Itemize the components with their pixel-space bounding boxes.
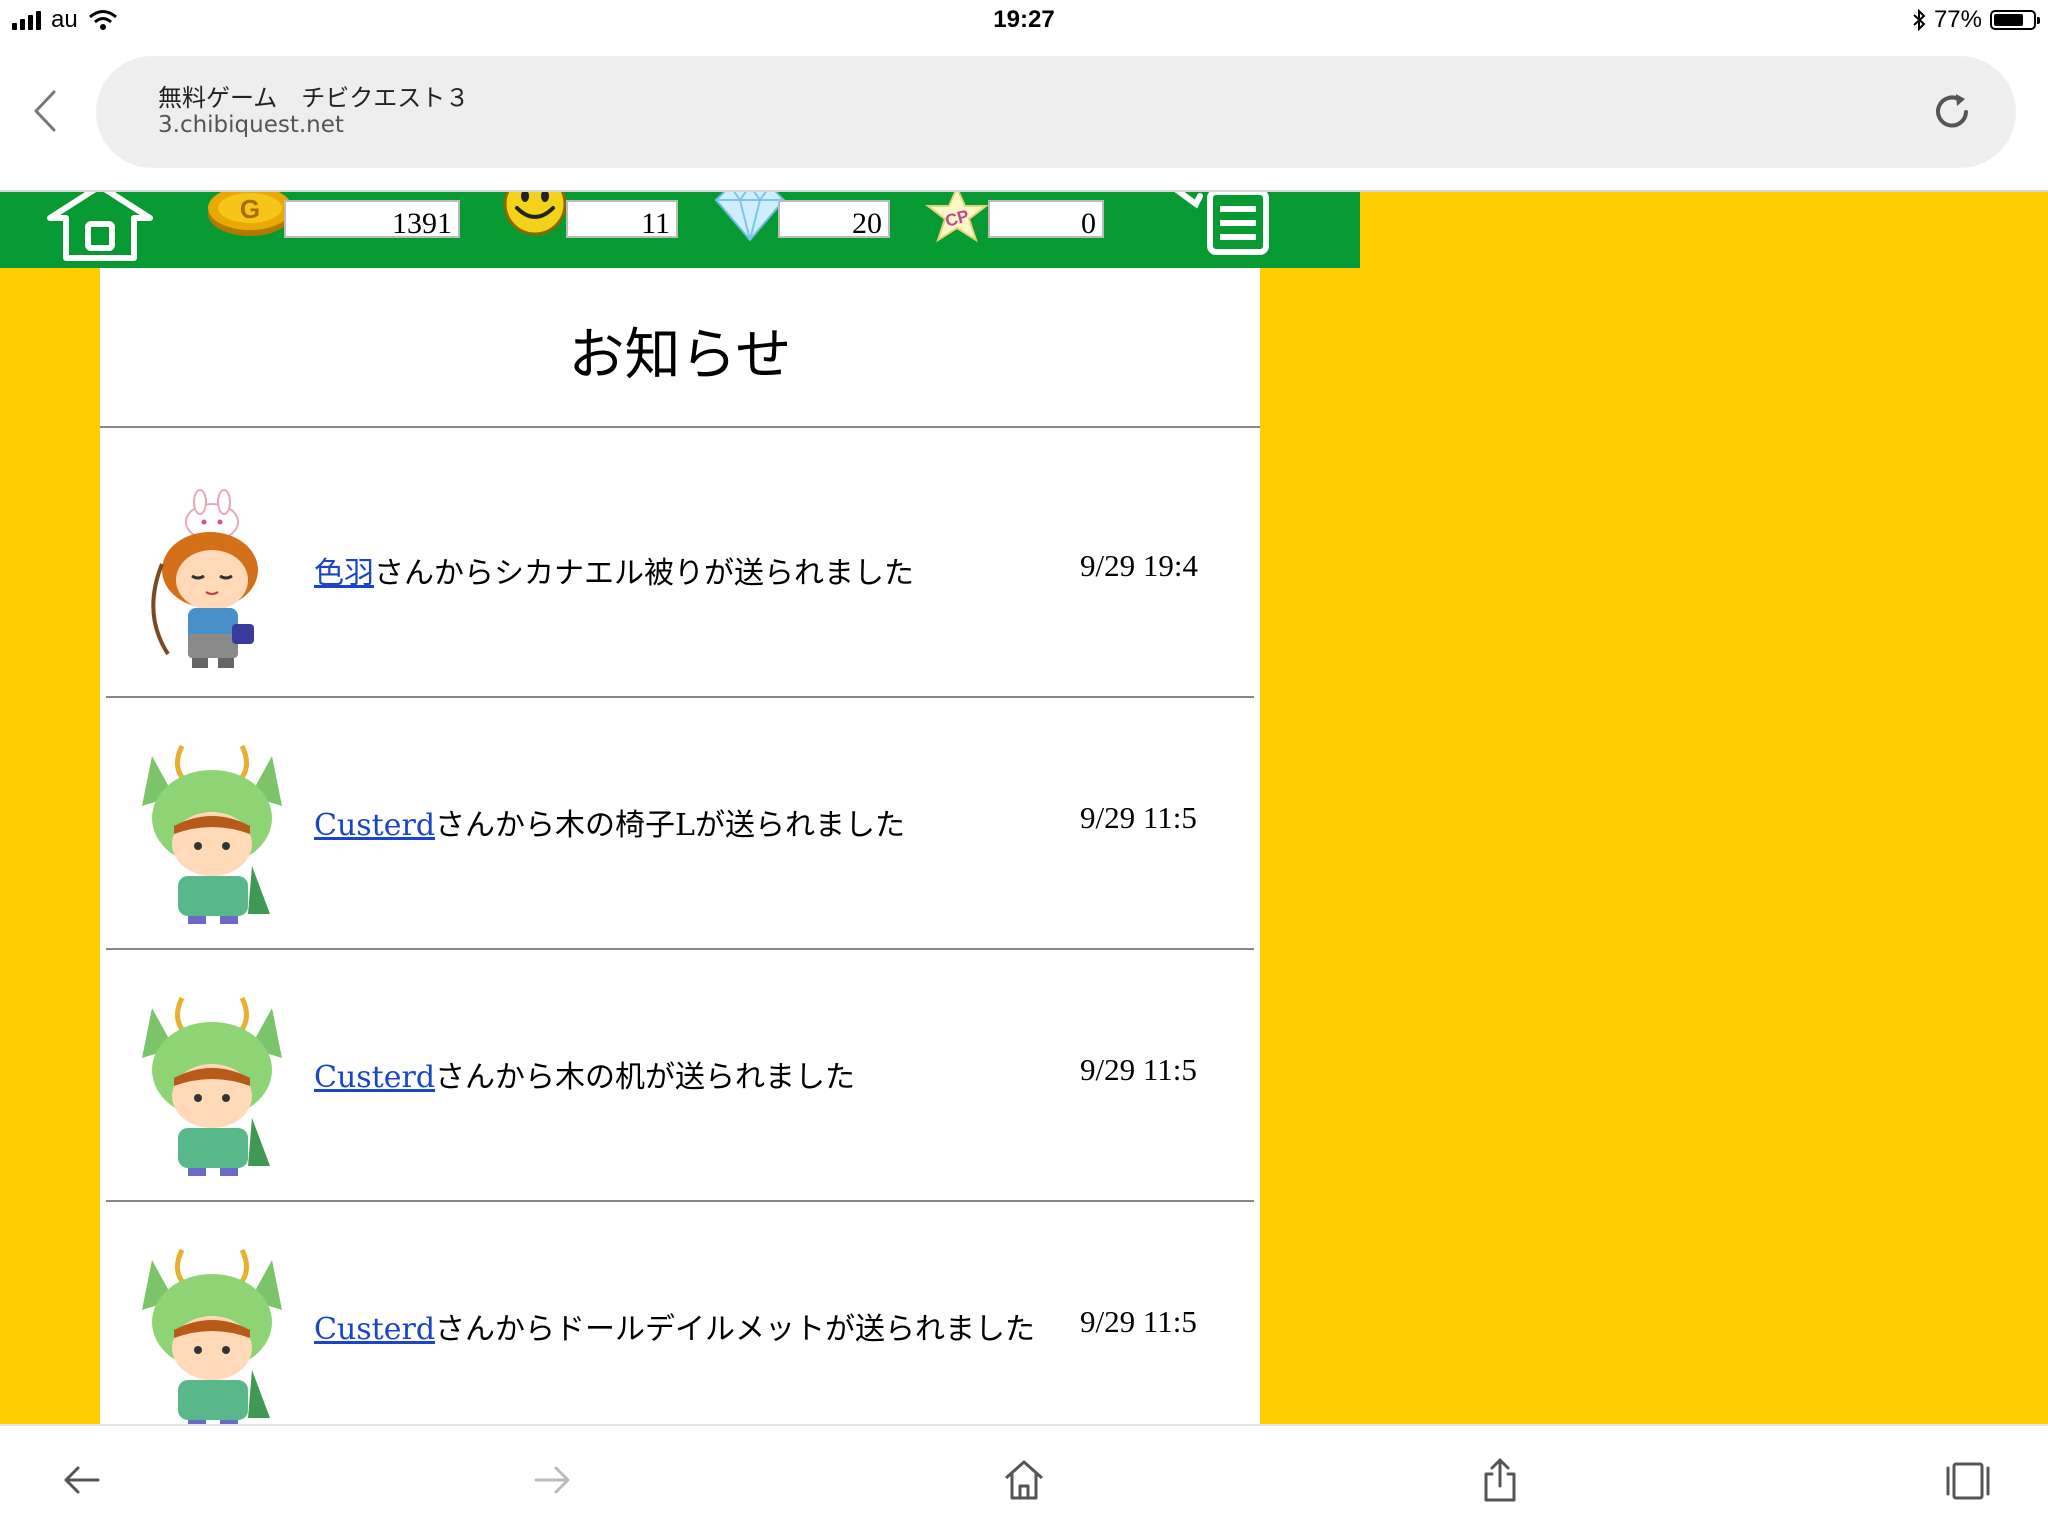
status-right: 77% xyxy=(1912,6,2040,34)
menu-list-icon[interactable] xyxy=(1170,192,1282,260)
address-bar[interactable]: 無料ゲーム チビクエスト３ 3.chibiquest.net xyxy=(96,56,2016,168)
battery-fill xyxy=(1994,14,2024,26)
avatar-bunny-hat xyxy=(151,489,258,668)
title-divider xyxy=(100,426,1260,428)
svg-text:G: G xyxy=(240,194,260,224)
battery-icon xyxy=(1990,10,2040,30)
nav-forward-icon[interactable] xyxy=(528,1456,576,1504)
page-url: 3.chibiquest.net xyxy=(158,112,344,138)
reload-icon[interactable] xyxy=(1930,90,1974,134)
notice-panel: お知らせ 色羽さんからシカナエル被りが送られました 9/29 19:4 Cust… xyxy=(100,268,1260,1424)
notice-date: 9/29 19:4 xyxy=(1080,548,1198,583)
status-time: 19:27 xyxy=(993,6,1055,33)
game-header: G 1391 11 20 CP 0 xyxy=(0,192,1360,268)
notice-item: 色羽さんからシカナエル被りが送られました 9/29 19:4 xyxy=(106,448,1254,698)
row-divider xyxy=(106,948,1254,950)
notice-message: 色羽さんからシカナエル被りが送られました xyxy=(314,548,914,592)
sender-link[interactable]: 色羽 xyxy=(314,556,374,591)
avatar-dragon-hood xyxy=(142,744,282,924)
gold-counter: 1391 xyxy=(284,200,460,240)
page-title: 無料ゲーム チビクエスト３ xyxy=(158,84,470,112)
cp-star-icon: CP xyxy=(925,192,989,243)
notice-date: 9/29 11:5 xyxy=(1080,1304,1197,1339)
share-icon[interactable] xyxy=(1476,1456,1524,1504)
gold-coin-icon: G xyxy=(208,192,292,236)
notice-date: 9/29 11:5 xyxy=(1080,800,1197,835)
notice-date: 9/29 11:5 xyxy=(1080,1052,1197,1087)
smile-counter: 11 xyxy=(566,200,678,240)
nav-home-icon[interactable] xyxy=(1000,1456,1048,1504)
browser-toolbar xyxy=(0,1424,2048,1536)
notice-item: Custerdさんからドールデイルメットが送られました 9/29 11:5 xyxy=(106,1204,1254,1424)
status-bar: au 19:27 77% xyxy=(0,0,2048,40)
browser-back-icon[interactable] xyxy=(26,86,66,136)
notice-message-text: さんからドールデイルメットが送られました xyxy=(435,1312,1036,1347)
browser-bar: 無料ゲーム チビクエスト３ 3.chibiquest.net xyxy=(0,40,2048,192)
notice-item: Custerdさんから木の椅子Lが送られました 9/29 11:5 xyxy=(106,700,1254,950)
diamond-icon xyxy=(714,192,786,242)
notice-item: Custerdさんから木の机が送られました 9/29 11:5 xyxy=(106,952,1254,1202)
notice-title: お知らせ xyxy=(568,323,792,388)
avatar-dragon-hood xyxy=(142,996,282,1176)
row-divider xyxy=(106,1200,1254,1202)
notice-message-text: さんから木の机が送られました xyxy=(435,1060,856,1095)
notice-message: Custerdさんから木の椅子Lが送られました xyxy=(314,800,905,844)
sender-link[interactable]: Custerd xyxy=(314,808,435,843)
nav-back-icon[interactable] xyxy=(58,1456,106,1504)
tabs-icon[interactable] xyxy=(1944,1456,1992,1504)
notice-message-text: さんから木の椅子Lが送られました xyxy=(435,808,905,843)
battery-percent: 77% xyxy=(1933,6,1982,33)
notice-message-text: さんからシカナエル被りが送られました xyxy=(374,556,914,591)
smile-icon xyxy=(503,192,567,236)
diamond-counter: 20 xyxy=(778,200,890,240)
sender-link[interactable]: Custerd xyxy=(314,1312,435,1347)
cp-counter: 0 xyxy=(988,200,1104,240)
sender-link[interactable]: Custerd xyxy=(314,1060,435,1095)
avatar-dragon-hood xyxy=(142,1248,282,1424)
home-icon[interactable] xyxy=(44,192,156,266)
bluetooth-icon xyxy=(1913,9,1926,31)
notice-message: Custerdさんから木の机が送られました xyxy=(314,1052,855,1096)
notice-message: Custerdさんからドールデイルメットが送られました xyxy=(314,1304,1035,1348)
row-divider xyxy=(106,696,1254,698)
